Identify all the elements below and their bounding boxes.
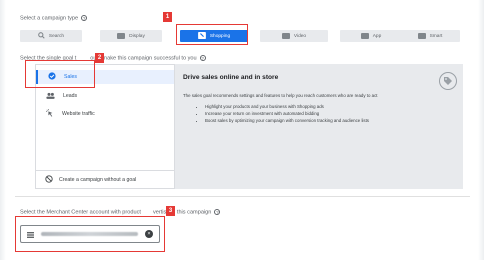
- campaign-type-search[interactable]: Search: [20, 30, 82, 42]
- left-shadow: [0, 0, 6, 260]
- annotation-badge-2: 2: [95, 53, 104, 63]
- campaign-type-prompt: Select a campaign type?: [20, 15, 88, 22]
- smart-icon: [417, 33, 426, 39]
- annotation-badge-3: 3: [166, 206, 175, 216]
- goal-item-website-traffic-label: Website traffic: [62, 111, 95, 117]
- goal-item-leads[interactable]: Leads: [36, 89, 174, 103]
- goal-detail-bullet: Highlight your products and your busines…: [205, 104, 453, 109]
- merchant-prompt-text-before: Select the Merchant Center account with …: [20, 209, 141, 216]
- annotation-box-1: [176, 24, 248, 45]
- prohibited-icon: [45, 174, 53, 185]
- leads-icon: [46, 92, 55, 101]
- website-traffic-icon: [46, 109, 54, 119]
- campaign-type-display-label: Display: [129, 33, 145, 39]
- campaign-type-prompt-text: Select a campaign type: [20, 15, 79, 22]
- goal-detail: Drive sales online and in store The sale…: [183, 74, 453, 124]
- goal-prompt-text-after: ould make this campaign successful to yo…: [90, 55, 197, 62]
- annotation-badge-1: 1: [163, 12, 172, 22]
- goal-detail-bullet: Increase your return on investment with …: [205, 111, 453, 116]
- campaign-type-smart[interactable]: Smart: [400, 30, 460, 42]
- goal-panel: Sales Leads Website traffic Create a cam…: [35, 64, 463, 189]
- help-icon[interactable]: ?: [81, 15, 88, 21]
- goal-detail-bullet: Boost sales by optimizing your campaign …: [205, 118, 453, 123]
- campaign-type-video-label: Video: [293, 33, 307, 39]
- video-icon: [281, 33, 290, 39]
- campaign-type-display[interactable]: Display: [100, 30, 162, 42]
- campaign-type-video[interactable]: Video: [260, 30, 328, 42]
- app-icon: [360, 33, 369, 39]
- merchant-prompt-text-after: vertise in this campaign: [152, 209, 212, 216]
- tag-icon: [439, 72, 457, 90]
- goal-detail-title: Drive sales online and in store: [183, 74, 279, 81]
- help-icon[interactable]: ?: [199, 55, 206, 61]
- right-shadow: [478, 0, 484, 260]
- search-icon: [38, 31, 45, 41]
- merchant-prompt: Select the Merchant Center account with …: [20, 209, 221, 216]
- campaign-type-app-label: App: [372, 33, 382, 39]
- goal-item-leads-label: Leads: [63, 93, 78, 99]
- annotation-box-2: [25, 60, 95, 88]
- goal-item-no-goal-label: Create a campaign without a goal: [59, 176, 137, 183]
- goal-item-no-goal[interactable]: Create a campaign without a goal: [36, 170, 174, 188]
- campaign-type-smart-label: Smart: [429, 33, 443, 39]
- campaign-type-app[interactable]: App: [340, 30, 402, 42]
- goal-item-website-traffic[interactable]: Website traffic: [36, 107, 174, 121]
- display-icon: [117, 33, 126, 39]
- annotation-box-3: [15, 216, 165, 252]
- goal-detail-bullets: Highlight your products and your busines…: [183, 104, 453, 123]
- help-icon[interactable]: ?: [214, 209, 221, 215]
- campaign-type-search-label: Search: [48, 33, 65, 39]
- goal-detail-description: The sales goal recommends settings and f…: [183, 93, 378, 98]
